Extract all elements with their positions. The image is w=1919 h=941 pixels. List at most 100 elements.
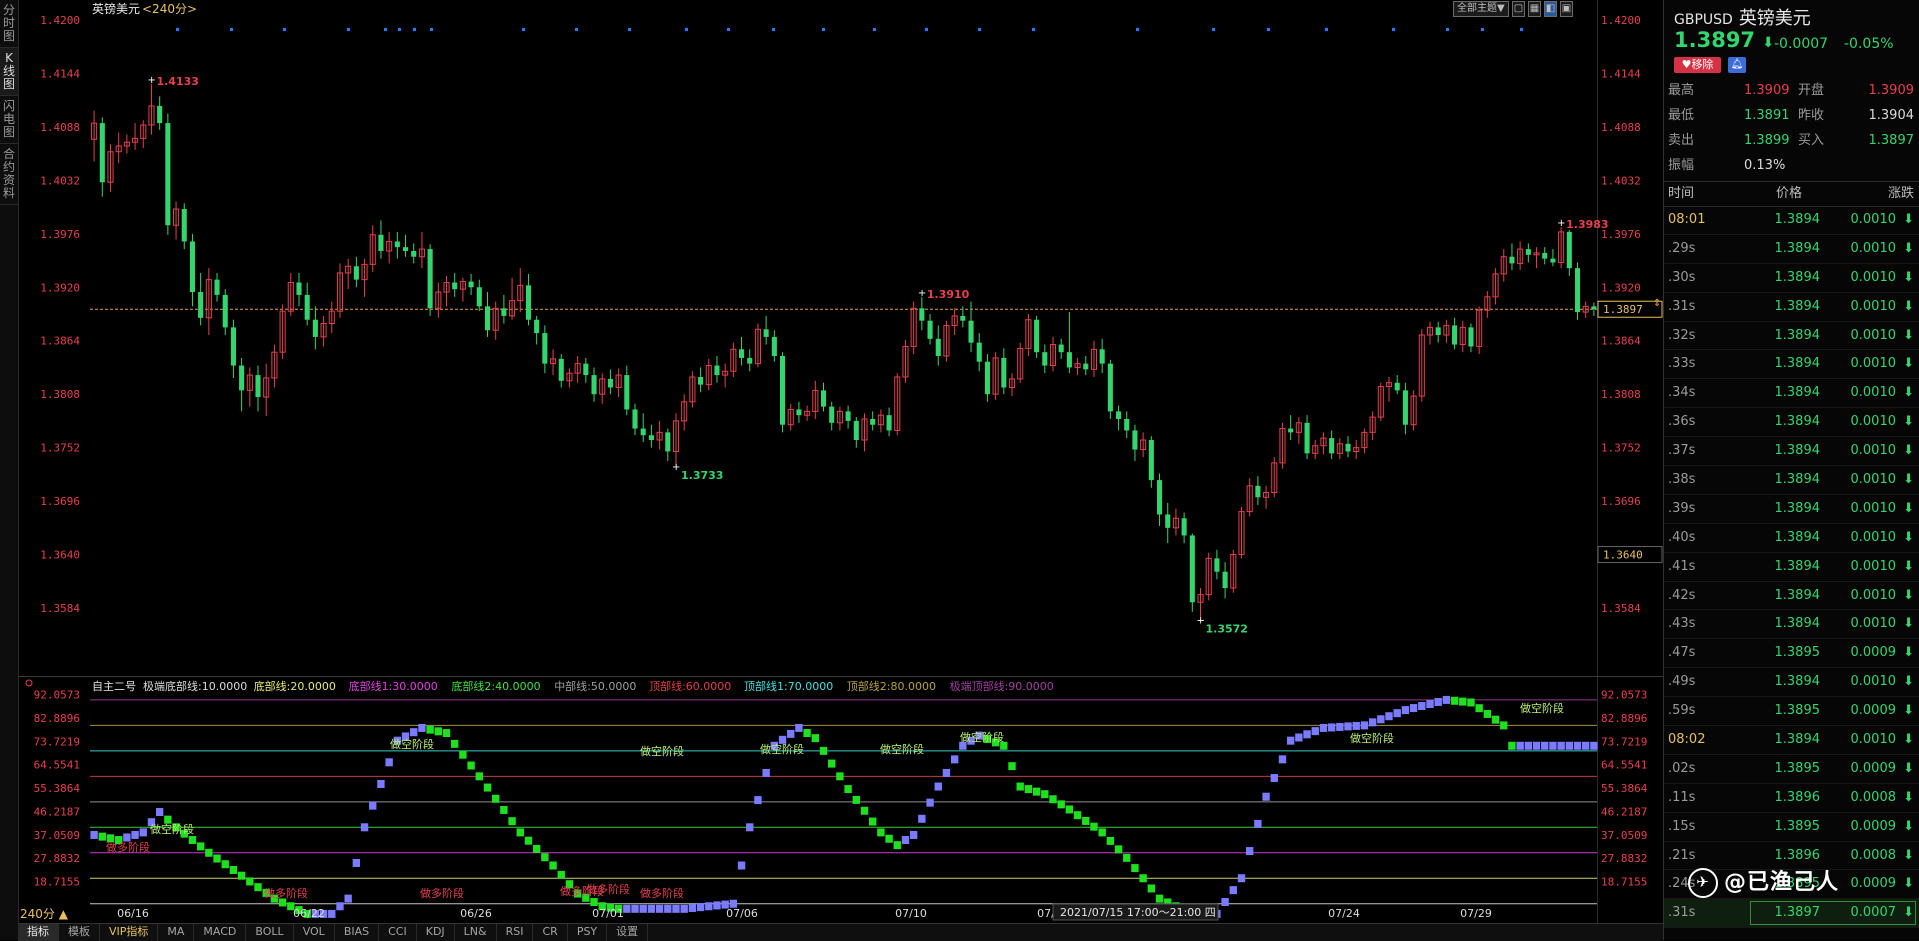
candle-body [1288, 428, 1294, 433]
high-marker: + [918, 288, 926, 299]
tick-row[interactable]: .39s 1.3894 0.0010 ⬇ [1664, 495, 1919, 524]
bottom-tab-11[interactable]: RSI [497, 924, 534, 941]
indicator-legend-item: 中部线:50.0000 [554, 679, 636, 693]
bottom-tab-10[interactable]: LN& [455, 924, 497, 941]
bottom-tab-1[interactable]: 模板 [59, 924, 100, 941]
candle-body [870, 419, 876, 425]
tick-time: .30s [1668, 269, 1696, 285]
price-label-right: 1.4032 [1601, 174, 1641, 187]
tick-row[interactable]: .15s 1.3895 0.0009 ⬇ [1664, 813, 1919, 842]
event-marker [727, 28, 730, 31]
indicator-bar [901, 836, 910, 845]
price-arrow-icon: ⇕ [1653, 298, 1661, 309]
indicator-bar [459, 750, 467, 759]
indicator-bar [1286, 736, 1295, 745]
chart-canvas[interactable]: 1.4200 1.4200 1.4144 1.4144 1.4088 1.4088 1.40… [0, 0, 1663, 923]
tick-change: 0.0007 [1850, 905, 1897, 921]
theme-dropdown[interactable]: 全部主题▼ [1453, 1, 1509, 17]
tick-row[interactable]: .30s 1.3894 0.0010 ⬇ [1664, 264, 1919, 293]
indicator-bar [196, 842, 205, 851]
tick-list[interactable]: 08:01 1.3894 0.0010 ⬇ .29s 1.3894 0.0010 ⬇ .30s 1… [1664, 206, 1919, 929]
bottom-tab-14[interactable]: 设置 [607, 924, 649, 941]
layout-split-icon[interactable]: ◧ [1543, 1, 1557, 17]
tick-row[interactable]: .34s 1.3894 0.0010 ⬇ [1664, 379, 1919, 409]
tick-row[interactable]: 08:02 1.3894 0.0010 ⬇ [1664, 726, 1919, 755]
tick-row[interactable]: .41s 1.3894 0.0010 ⬇ [1664, 553, 1919, 582]
indicator-bar [1155, 894, 1164, 903]
tick-row[interactable]: .38s 1.3894 0.0010 ⬇ [1664, 466, 1919, 495]
tick-change: 0.0010 [1850, 385, 1897, 401]
phase-label: 做空阶段 [1350, 731, 1394, 745]
x-axis-label: 06/26 [460, 907, 492, 920]
event-marker [1136, 28, 1139, 31]
tick-row[interactable]: .32s 1.3894 0.0010 ⬇ [1664, 322, 1919, 351]
indicator-bar [524, 836, 533, 845]
tick-row[interactable]: .36s 1.3894 0.0010 ⬇ [1664, 408, 1919, 438]
indicator-axis-left: 18.7155 [34, 876, 80, 889]
event-marker [522, 28, 525, 31]
bottom-tab-3[interactable]: MA [158, 924, 195, 941]
layout-single-icon[interactable]: ▢ [1511, 1, 1525, 17]
quote-row: 最高 1.3909 开盘 1.3909 [1664, 80, 1919, 102]
tick-row[interactable]: .31s 1.3894 0.0010 ⬇ [1664, 293, 1919, 322]
quote-label: 振幅 [1668, 158, 1695, 173]
tick-change: 0.0009 [1850, 645, 1897, 661]
event-marker [1446, 28, 1449, 31]
indicator-bar [672, 904, 680, 913]
bottom-tab-13[interactable]: PSY [568, 924, 608, 941]
tick-row[interactable]: .59s 1.3895 0.0009 ⬇ [1664, 697, 1919, 727]
price-label-right: 1.3752 [1601, 442, 1641, 455]
candle-body [1574, 268, 1581, 313]
tick-row[interactable]: .49s 1.3894 0.0010 ⬇ [1664, 668, 1919, 698]
tick-row[interactable]: .37s 1.3894 0.0010 ⬇ [1664, 437, 1919, 467]
candle-body [165, 123, 171, 226]
bottom-tab-4[interactable]: MACD [194, 924, 247, 941]
candle-body [484, 306, 491, 331]
candle-body [296, 282, 302, 295]
layout-close-icon[interactable]: ▣ [1559, 1, 1573, 17]
tick-row[interactable]: .02s 1.3895 0.0009 ⬇ [1664, 755, 1919, 784]
indicator-settings-icon[interactable] [25, 679, 33, 687]
candle-body [1566, 231, 1572, 269]
indicator-bar [1385, 712, 1393, 721]
chart-title: 英镑美元 [92, 1, 140, 16]
indicator-bar [1442, 695, 1451, 704]
bottom-tab-8[interactable]: CCI [379, 924, 417, 941]
indicator-bar [795, 723, 803, 732]
bottom-tab-9[interactable]: KDJ [417, 924, 455, 941]
phase-label: 做空阶段 [390, 737, 434, 751]
indicator-bar [1500, 721, 1508, 730]
tick-row[interactable]: .29s 1.3894 0.0010 ⬇ [1664, 235, 1919, 264]
indicator-bar [1516, 741, 1524, 750]
bottom-tab-2[interactable]: VIP指标 [100, 924, 159, 941]
quote-label: 开盘 [1798, 83, 1825, 98]
bottom-tab-6[interactable]: VOL [294, 924, 335, 941]
tick-row[interactable]: .47s 1.3895 0.0009 ⬇ [1664, 639, 1919, 669]
tick-row[interactable]: 08:01 1.3894 0.0010 ⬇ [1664, 206, 1919, 235]
indicator-axis-left: 37.0509 [34, 829, 80, 842]
event-marker [1267, 28, 1270, 31]
bottom-tab-0[interactable]: 指标 [18, 924, 59, 941]
period-selector[interactable]: 240分 ▲ [20, 905, 68, 922]
indicator-bar [803, 729, 811, 738]
x-axis-label: 07/24 [1328, 907, 1360, 920]
tick-row[interactable]: .31s 1.3897 0.0007 ⬇ [1664, 899, 1919, 929]
remove-favorite-button[interactable]: ♥移除 [1674, 57, 1721, 73]
tick-price: 1.3894 [1774, 385, 1821, 401]
tick-price: 1.3894 [1774, 529, 1821, 545]
tick-row[interactable]: .43s 1.3894 0.0010 ⬇ [1664, 610, 1919, 640]
tick-row[interactable]: .40s 1.3894 0.0010 ⬇ [1664, 524, 1919, 553]
candle-body [763, 329, 769, 337]
tick-row[interactable]: .33s 1.3894 0.0010 ⬇ [1664, 350, 1919, 380]
tick-row[interactable]: .42s 1.3894 0.0010 ⬇ [1664, 582, 1919, 611]
bottom-tab-12[interactable]: CR [533, 924, 568, 941]
event-marker [384, 28, 387, 31]
indicator-bar [1524, 741, 1533, 750]
alert-bell-button[interactable]: 🔔︎ [1728, 57, 1746, 73]
indicator-bar [1549, 741, 1557, 750]
bottom-tab-5[interactable]: BOLL [246, 924, 294, 941]
bottom-tab-7[interactable]: BIAS [335, 924, 380, 941]
tick-row[interactable]: .11s 1.3896 0.0008 ⬇ [1664, 784, 1919, 813]
layout-grid-icon[interactable]: ▦ [1527, 1, 1541, 17]
indicator-bar [688, 903, 697, 912]
